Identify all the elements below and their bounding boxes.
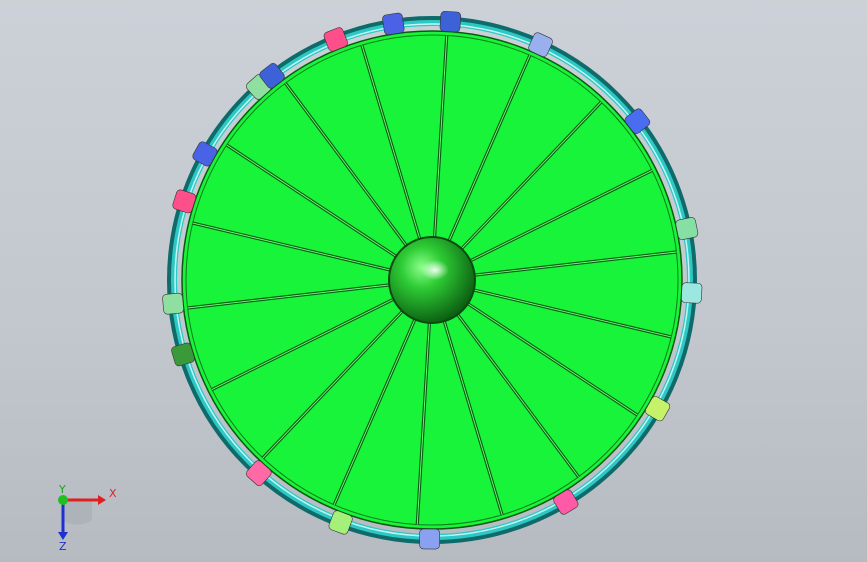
rim-marker (162, 292, 184, 315)
y-axis-label: Y (58, 483, 66, 496)
model-view[interactable] (0, 0, 867, 562)
rim-marker (419, 528, 440, 550)
hub-sphere (390, 238, 474, 322)
rim-marker (382, 12, 405, 36)
y-axis-dot (58, 495, 68, 505)
graphics-viewport[interactable]: X Y Z (0, 0, 867, 562)
wheel-assembly[interactable] (162, 10, 703, 550)
hub-highlight (421, 260, 449, 280)
coordinate-triad: X Y Z (58, 483, 117, 550)
z-axis-arrowhead (58, 532, 68, 540)
x-axis-label: X (109, 487, 117, 500)
z-axis-label: Z (59, 540, 67, 550)
rim-marker (681, 282, 703, 304)
x-axis-arrowhead (98, 495, 106, 505)
rim-marker (439, 10, 462, 33)
rim-marker (675, 217, 699, 240)
